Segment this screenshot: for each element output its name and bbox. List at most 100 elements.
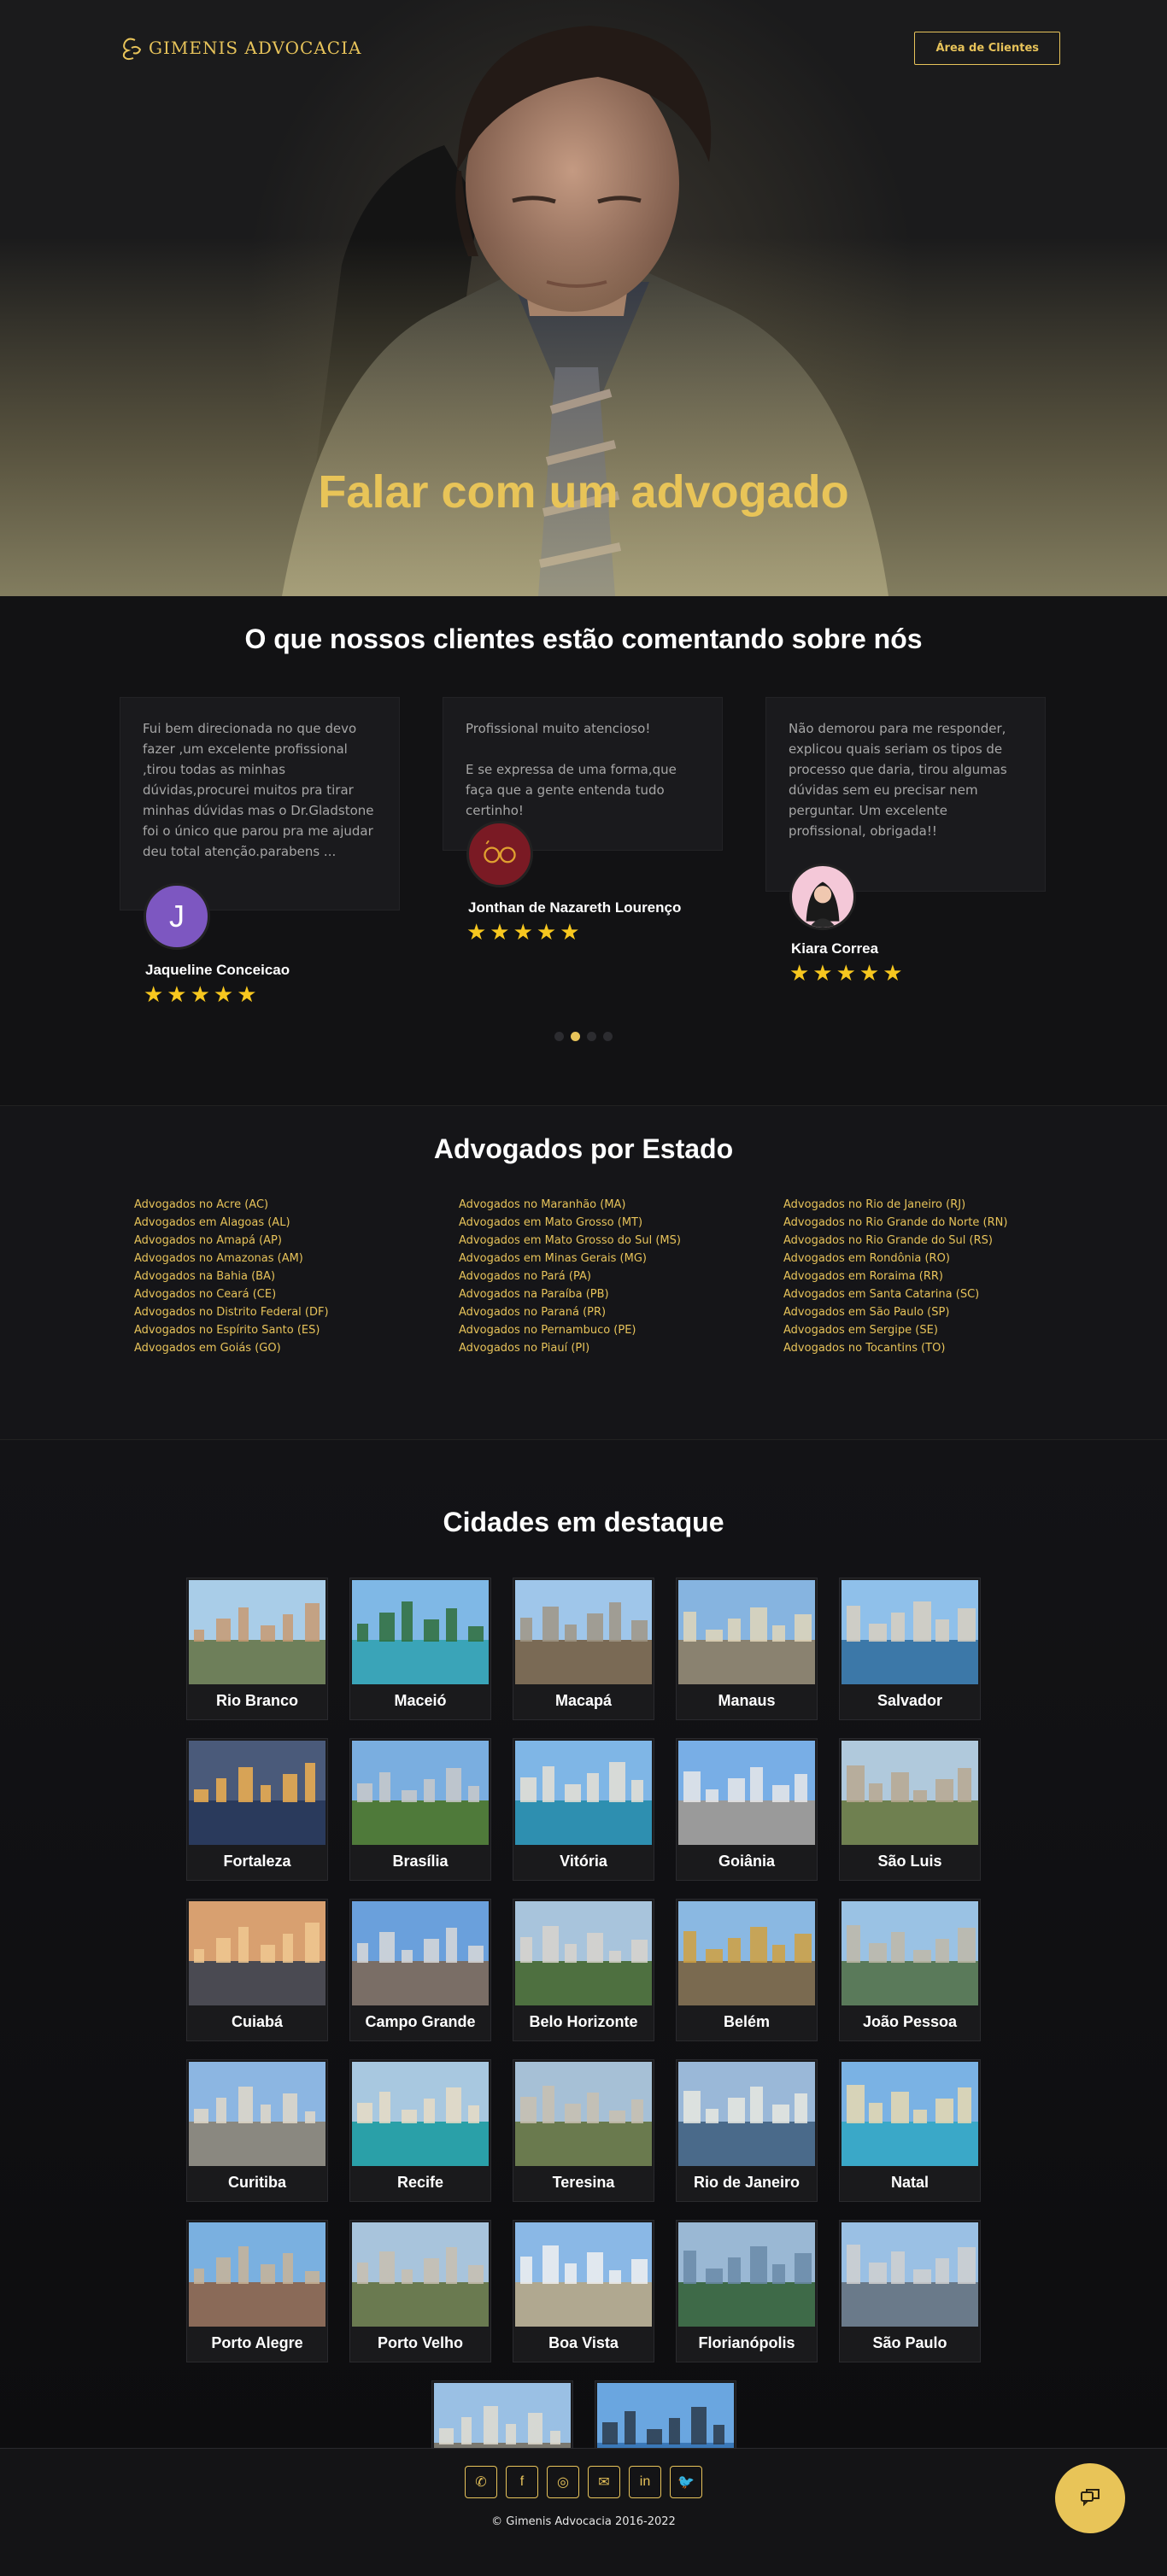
client-area-button[interactable]: Área de Clientes	[914, 31, 1060, 65]
state-link[interactable]: Advogados no Acre (AC)	[134, 1196, 459, 1214]
state-link[interactable]: Advogados em Goiás (GO)	[134, 1339, 459, 1357]
rating-stars: ★★★★★	[789, 960, 906, 986]
city-card[interactable]: Recife	[349, 2059, 491, 2202]
email-icon[interactable]: ✉	[588, 2466, 620, 2498]
state-link[interactable]: Advogados no Distrito Federal (DF)	[134, 1303, 459, 1321]
city-card[interactable]: Curitiba	[186, 2059, 328, 2202]
city-card[interactable]: São Luis	[839, 1738, 981, 1881]
testimonial-author: Jonthan de Nazareth Lourenço	[468, 899, 682, 916]
state-link[interactable]: Advogados no Rio Grande do Sul (RS)	[783, 1232, 1108, 1250]
city-card[interactable]: Manaus	[676, 1578, 818, 1720]
city-photo	[515, 2222, 652, 2327]
city-card[interactable]: Belo Horizonte	[513, 1899, 654, 2041]
testimonials-section: O que nossos clientes estão comentando s…	[0, 596, 1167, 1105]
carousel-dot[interactable]	[587, 1032, 596, 1041]
testimonials-carousel: Fui bem direcionada no que devo fazer ,u…	[120, 697, 1047, 1007]
city-card[interactable]: Florianópolis	[676, 2220, 818, 2362]
linkedin-icon[interactable]: in	[629, 2466, 661, 2498]
testimonial-card: Fui bem direcionada no que devo fazer ,u…	[120, 697, 400, 1007]
city-photo	[189, 2222, 325, 2327]
city-name: Porto Velho	[377, 2334, 463, 2351]
state-link[interactable]: Advogados no Rio de Janeiro (RJ)	[783, 1196, 1108, 1214]
whatsapp-icon[interactable]: ✆	[465, 2466, 497, 2498]
state-link[interactable]: Advogados em Mato Grosso do Sul (MS)	[459, 1232, 783, 1250]
city-card[interactable]: Macapá	[513, 1578, 654, 1720]
city-card[interactable]: Rio Branco	[186, 1578, 328, 1720]
city-card[interactable]: Porto Velho	[349, 2220, 491, 2362]
brand-logo[interactable]: GIMENIS ADVOCACIA	[120, 35, 361, 61]
testimonial-card: Não demorou para me responder, explicou …	[765, 697, 1046, 986]
state-link[interactable]: Advogados no Rio Grande do Norte (RN)	[783, 1214, 1108, 1232]
state-link[interactable]: Advogados em Alagoas (AL)	[134, 1214, 459, 1232]
city-card[interactable]: Teresina	[513, 2059, 654, 2202]
city-card[interactable]: Brasília	[349, 1738, 491, 1881]
cities-grid: Rio Branco Maceió Macapá Manaus Salvador Fort…	[106, 1578, 1061, 2523]
city-card[interactable]: Vitória	[513, 1738, 654, 1881]
city-card[interactable]: João Pessoa	[839, 1899, 981, 2041]
instagram-icon[interactable]: ◎	[547, 2466, 579, 2498]
state-link[interactable]: Advogados no Amapá (AP)	[134, 1232, 459, 1250]
state-link[interactable]: Advogados no Paraná (PR)	[459, 1303, 783, 1321]
city-card[interactable]: Goiânia	[676, 1738, 818, 1881]
city-photo	[842, 1741, 978, 1845]
facebook-glyph: f	[519, 2474, 525, 2489]
state-link[interactable]: Advogados no Pernambuco (PE)	[459, 1321, 783, 1339]
brand-logo-icon	[122, 38, 142, 61]
city-photo	[189, 1580, 325, 1684]
avatar-letter: J	[169, 899, 185, 934]
state-link[interactable]: Advogados no Piauí (PI)	[459, 1339, 783, 1357]
state-link[interactable]: Advogados em Mato Grosso (MT)	[459, 1214, 783, 1232]
state-link[interactable]: Advogados no Ceará (CE)	[134, 1285, 459, 1303]
state-link[interactable]: Advogados em Rondônia (RO)	[783, 1250, 1108, 1268]
city-name: Fortaleza	[223, 1853, 291, 1870]
city-card[interactable]: Cuiabá	[186, 1899, 328, 2041]
city-card[interactable]: São Paulo	[839, 2220, 981, 2362]
city-name: Manaus	[718, 1692, 776, 1709]
city-card[interactable]: Belém	[676, 1899, 818, 2041]
state-link[interactable]: Advogados na Bahia (BA)	[134, 1268, 459, 1285]
city-photo	[515, 2062, 652, 2166]
state-link[interactable]: Advogados em Sergipe (SE)	[783, 1321, 1108, 1339]
rating-stars: ★★★★★	[466, 919, 584, 945]
city-card[interactable]: Natal	[839, 2059, 981, 2202]
hero-section: GIMENIS ADVOCACIA Área de Clientes Falar…	[0, 0, 1167, 596]
carousel-dot[interactable]	[603, 1032, 613, 1041]
facebook-icon[interactable]: f	[506, 2466, 538, 2498]
city-card[interactable]: Fortaleza	[186, 1738, 328, 1881]
footer: ✆ f ◎ ✉ in 🐦 © Gimenis Advocacia 2016-2022	[0, 2448, 1167, 2576]
state-link[interactable]: Advogados em Santa Catarina (SC)	[783, 1285, 1108, 1303]
city-name: Teresina	[552, 2174, 615, 2191]
city-card[interactable]: Salvador	[839, 1578, 981, 1720]
state-link[interactable]: Advogados em Minas Gerais (MG)	[459, 1250, 783, 1268]
testimonials-title: O que nossos clientes estão comentando s…	[244, 624, 923, 654]
city-card[interactable]: Maceió	[349, 1578, 491, 1720]
rating-stars: ★★★★★	[144, 981, 261, 1007]
city-card[interactable]: Boa Vista	[513, 2220, 654, 2362]
hero-gradient-overlay	[0, 237, 1167, 596]
social-links: ✆ f ◎ ✉ in 🐦	[0, 2449, 1167, 2498]
city-photo	[515, 1901, 652, 2005]
testimonial-text: Fui bem direcionada no que devo fazer ,u…	[143, 721, 374, 859]
state-link[interactable]: Advogados em Roraima (RR)	[783, 1268, 1108, 1285]
state-link[interactable]: Advogados no Espírito Santo (ES)	[134, 1321, 459, 1339]
carousel-dot-active[interactable]	[571, 1032, 580, 1041]
testimonial-text: E se expressa de uma forma,que faça que …	[466, 762, 677, 818]
city-name: Florianópolis	[698, 2334, 795, 2351]
avatar	[466, 821, 533, 887]
state-link[interactable]: Advogados no Amazonas (AM)	[134, 1250, 459, 1268]
state-link[interactable]: Advogados no Pará (PA)	[459, 1268, 783, 1285]
chat-button[interactable]	[1055, 2463, 1125, 2533]
state-link[interactable]: Advogados na Paraíba (PB)	[459, 1285, 783, 1303]
city-photo	[189, 2062, 325, 2166]
city-card[interactable]: Rio de Janeiro	[676, 2059, 818, 2202]
twitter-icon[interactable]: 🐦	[670, 2466, 702, 2498]
state-link[interactable]: Advogados em São Paulo (SP)	[783, 1303, 1108, 1321]
city-card[interactable]: Campo Grande	[349, 1899, 491, 2041]
carousel-pagination	[0, 1032, 1167, 1041]
carousel-dot[interactable]	[554, 1032, 564, 1041]
testimonial-text-box: Não demorou para me responder, explicou …	[765, 697, 1046, 892]
state-link[interactable]: Advogados no Maranhão (MA)	[459, 1196, 783, 1214]
state-link[interactable]: Advogados no Tocantins (TO)	[783, 1339, 1108, 1357]
city-photo	[678, 1580, 815, 1684]
city-card[interactable]: Porto Alegre	[186, 2220, 328, 2362]
